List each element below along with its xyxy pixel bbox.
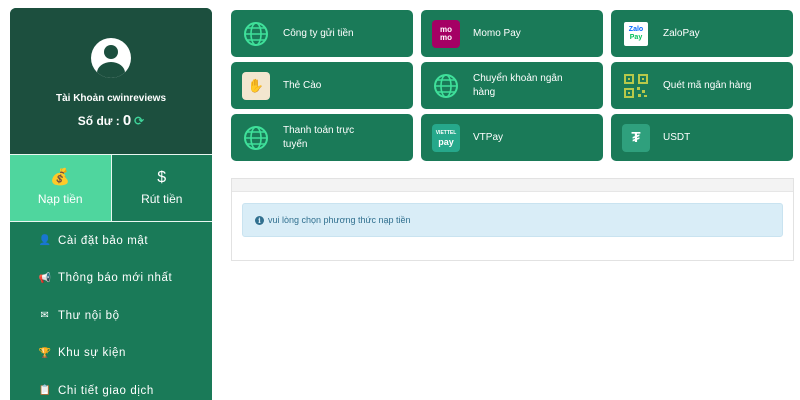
info-icon: i [255,215,264,225]
envelope-icon: ✉ [40,310,50,322]
balance: Số dư : 0 ⟳ [78,112,144,129]
payment-label: ZaloPay [663,27,700,39]
globe-icon [432,72,460,100]
payment-bank-transfer[interactable]: Chuyển khoản ngân hàng [421,62,603,109]
notice-text: vui lòng chọn phương thức nạp tiền [268,215,411,225]
menu-item-security[interactable]: 👤 Cài đặt bảo mật [10,222,212,260]
refresh-icon[interactable]: ⟳ [134,114,144,128]
momo-logo-icon: mo mo [432,19,460,48]
payment-label: USDT [663,131,691,143]
payment-momo[interactable]: mo mo Momo Pay [421,10,603,57]
vtpay-logo-icon: VIETTEL pay [432,123,460,152]
menu-item-transactions[interactable]: 📋 Chi tiết giao dịch [10,372,212,400]
payment-scratch-card[interactable]: ✋ Thẻ Cào [231,62,413,109]
panel-header [232,179,793,192]
payment-vtpay[interactable]: VIETTEL pay VTPay [421,114,603,161]
globe-icon [242,124,270,152]
deposit-label: Nạp tiền [37,192,83,206]
balance-value: 0 [122,112,132,129]
sidebar: Tài Khoản cwinreviews Số dư : 0 ⟳ 💰 Nạp … [10,8,212,400]
deposit-button[interactable]: 💰 Nạp tiền [10,155,112,221]
payment-label: Công ty gửi tiền [283,27,354,39]
balance-label: Số dư : [77,113,120,128]
clipboard-icon: 📋 [38,385,52,397]
withdraw-button[interactable]: $ Rút tiền [111,155,212,221]
tether-icon: ₮ [622,123,650,152]
bullhorn-icon: 📢 [38,272,52,284]
payment-online[interactable]: Thanh toán trực tuyến [231,114,413,161]
info-notice: i vui lòng chọn phương thức nạp tiền [242,203,783,237]
menu-item-label: Cài đặt bảo mật [58,234,149,247]
payment-usdt[interactable]: ₮ USDT [611,114,793,161]
menu-item-events[interactable]: 🏆 Khu sự kiện [10,335,212,373]
action-tabs: 💰 Nạp tiền $ Rút tiền [10,154,212,222]
payment-company-deposit[interactable]: Công ty gửi tiền [231,10,413,57]
sidebar-menu: 👤 Cài đặt bảo mật 📢 Thông báo mới nhất ✉… [10,222,212,400]
payment-zalopay[interactable]: Zalo Pay ZaloPay [611,10,793,57]
scratch-card-icon: ✋ [242,71,270,100]
user-lock-icon: 👤 [38,235,52,247]
menu-item-notifications[interactable]: 📢 Thông báo mới nhất [10,260,212,298]
menu-item-inbox[interactable]: ✉ Thư nội bộ [10,297,212,335]
menu-item-label: Thông báo mới nhất [58,272,173,285]
payment-bank-qr[interactable]: Quét mã ngân hàng [611,62,793,109]
account-name: Tài Khoản cwinreviews [55,93,167,104]
menu-item-label: Thư nội bộ [58,309,120,322]
withdraw-label: Rút tiền [141,192,183,206]
payment-label: Momo Pay [473,27,521,39]
trophy-icon: 🏆 [38,347,52,359]
payment-label: VTPay [473,131,504,143]
payment-label: Quét mã ngân hàng [663,79,752,91]
payment-label: Chuyển khoản ngân hàng [473,72,563,98]
zalopay-logo-icon: Zalo Pay [622,19,650,48]
hand-dollar-icon: $ [157,169,167,186]
payment-label: Thẻ Cào [283,79,322,91]
menu-item-label: Chi tiết giao dịch [58,384,154,397]
profile-panel: Tài Khoản cwinreviews Số dư : 0 ⟳ [10,8,212,154]
deposit-panel: i vui lòng chọn phương thức nạp tiền [231,178,794,261]
menu-item-label: Khu sự kiện [58,347,126,360]
payment-label: Thanh toán trực tuyến [283,124,355,150]
globe-icon [242,20,270,48]
money-bag-icon: 💰 [50,169,71,186]
avatar-icon [91,38,131,78]
qr-code-icon [622,72,650,100]
